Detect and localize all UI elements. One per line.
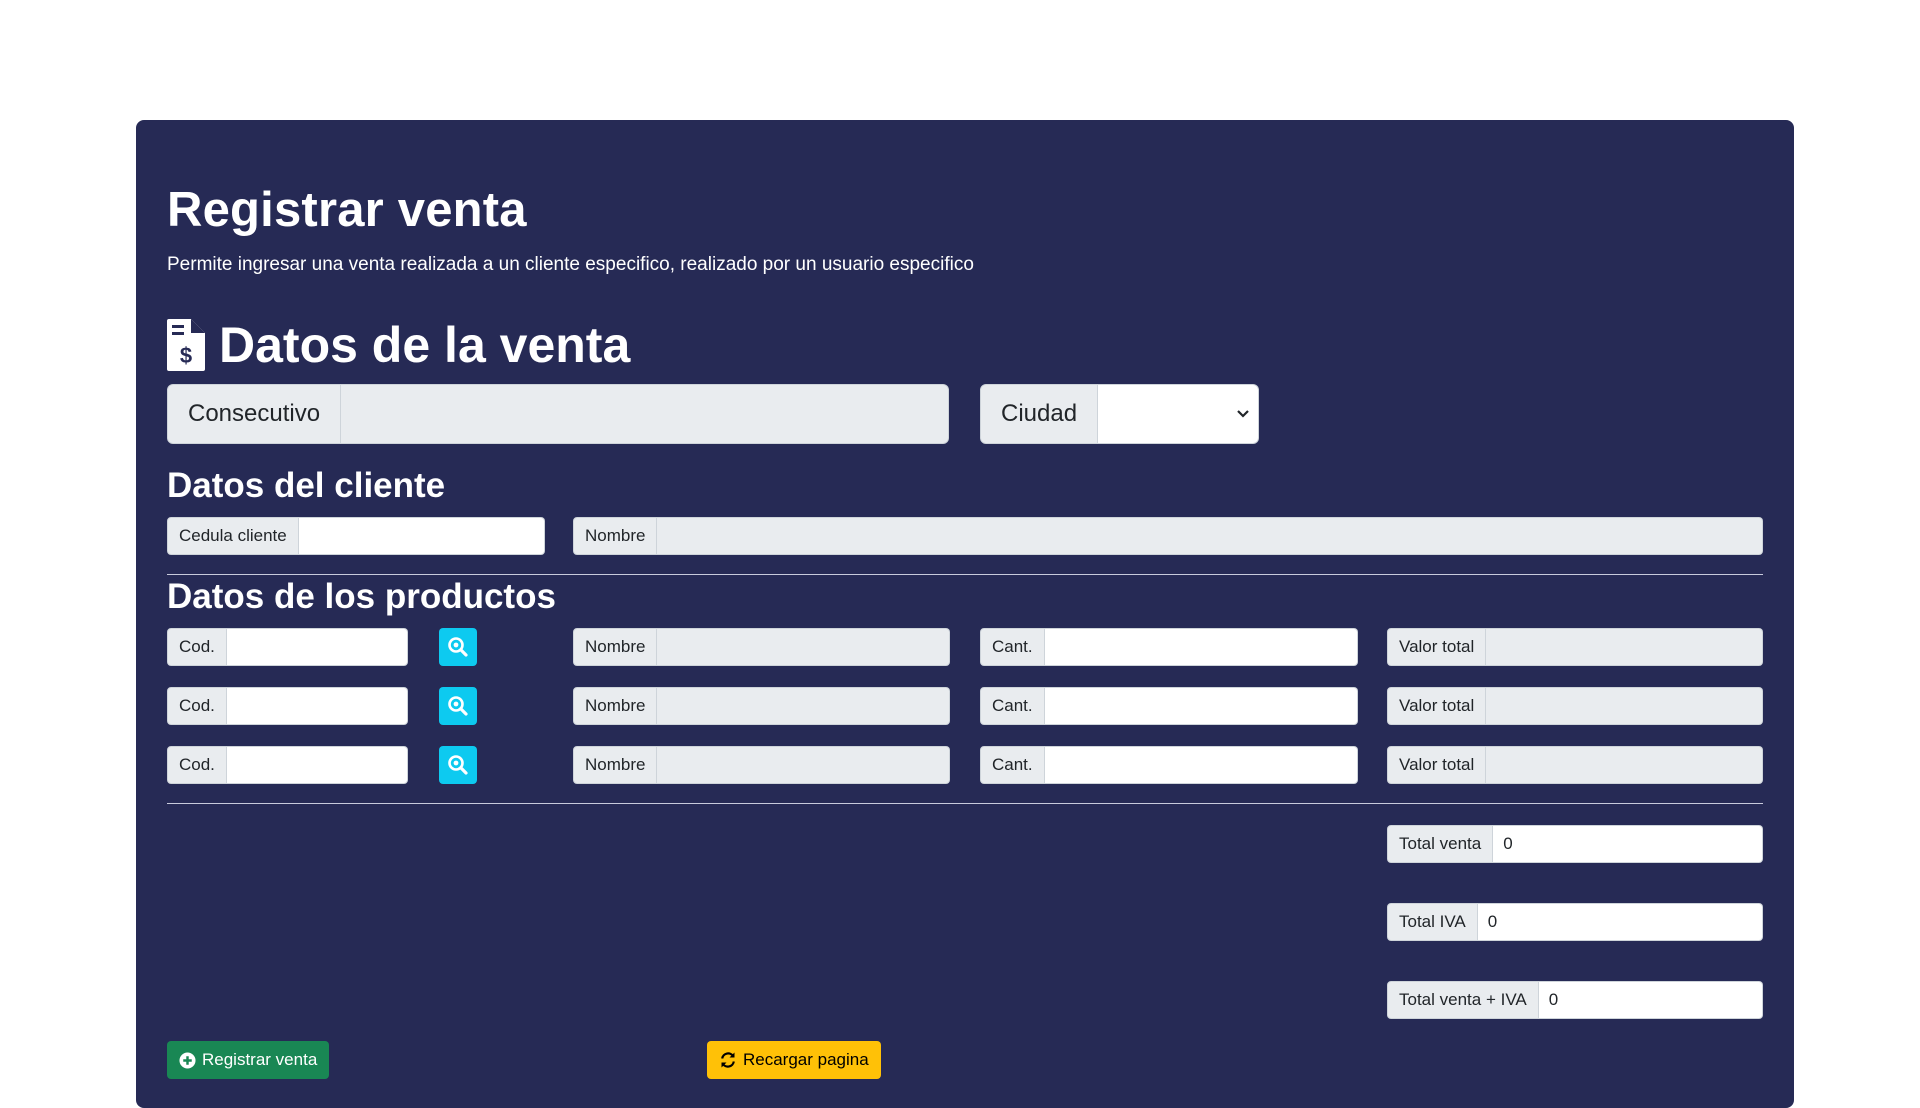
total-venta-field[interactable]: 0 xyxy=(1493,825,1763,863)
search-product-button[interactable] xyxy=(439,746,477,784)
producto-cod-label: Cod. xyxy=(167,687,227,725)
producto-valor-group: Valor total xyxy=(1387,746,1763,784)
total-venta-iva-group: Total venta + IVA 0 xyxy=(1387,981,1763,1019)
producto-cod-input[interactable] xyxy=(226,628,408,666)
total-venta-iva-field[interactable]: 0 xyxy=(1538,981,1763,1019)
producto-valor-group: Valor total xyxy=(1387,628,1763,666)
consecutivo-group: Consecutivo xyxy=(167,384,949,444)
cedula-input[interactable] xyxy=(298,517,545,555)
producto-cod-group: Cod. xyxy=(167,746,408,784)
producto-cant-group: Cant. xyxy=(980,628,1358,666)
divider xyxy=(167,803,1763,804)
producto-cant-input[interactable] xyxy=(1044,746,1358,784)
registrar-venta-label: Registrar venta xyxy=(202,1050,318,1069)
producto-valor-field[interactable] xyxy=(1486,628,1763,666)
plus-circle-icon xyxy=(179,1051,196,1069)
producto-valor-label: Valor total xyxy=(1387,746,1487,784)
producto-valor-field[interactable] xyxy=(1486,687,1763,725)
total-iva-label: Total IVA xyxy=(1387,903,1478,941)
producto-cant-input[interactable] xyxy=(1044,687,1358,725)
recargar-pagina-button[interactable]: Recargar pagina xyxy=(707,1041,881,1079)
producto-cod-label: Cod. xyxy=(167,746,227,784)
refresh-icon xyxy=(721,1052,735,1068)
producto-cod-group: Cod. xyxy=(167,628,408,666)
producto-cant-label: Cant. xyxy=(980,687,1045,725)
producto-nombre-group: Nombre xyxy=(573,628,950,666)
section-cliente-heading: Datos del cliente xyxy=(167,466,446,505)
producto-cod-input[interactable] xyxy=(226,687,408,725)
page-title: Registrar venta xyxy=(167,183,527,237)
total-venta-label: Total venta xyxy=(1387,825,1494,863)
section-venta-heading: $ Datos de la venta xyxy=(167,316,630,374)
total-venta-group: Total venta 0 xyxy=(1387,825,1763,863)
producto-cod-label: Cod. xyxy=(167,628,227,666)
producto-valor-field[interactable] xyxy=(1486,746,1763,784)
consecutivo-label: Consecutivo xyxy=(167,384,342,444)
divider xyxy=(167,574,1763,575)
search-product-button[interactable] xyxy=(439,628,477,666)
recargar-pagina-label: Recargar pagina xyxy=(743,1050,869,1069)
producto-nombre-field[interactable] xyxy=(657,628,950,666)
section-venta-title: Datos de la venta xyxy=(219,317,631,373)
cedula-label: Cedula cliente xyxy=(167,517,299,555)
total-venta-iva-label: Total venta + IVA xyxy=(1387,981,1539,1019)
cliente-nombre-label: Nombre xyxy=(573,517,658,555)
producto-nombre-field[interactable] xyxy=(657,746,950,784)
producto-cant-input[interactable] xyxy=(1044,628,1358,666)
producto-nombre-group: Nombre xyxy=(573,687,950,725)
producto-valor-label: Valor total xyxy=(1387,687,1487,725)
producto-cant-group: Cant. xyxy=(980,687,1358,725)
producto-cant-group: Cant. xyxy=(980,746,1358,784)
total-iva-group: Total IVA 0 xyxy=(1387,903,1763,941)
search-icon xyxy=(448,637,468,657)
search-icon xyxy=(448,696,468,716)
svg-text:$: $ xyxy=(180,343,192,368)
page-subtitle: Permite ingresar una venta realizada a u… xyxy=(167,254,974,275)
file-invoice-dollar-icon: $ xyxy=(167,319,205,371)
search-icon xyxy=(448,755,468,775)
cedula-group: Cedula cliente xyxy=(167,517,545,555)
section-productos-heading: Datos de los productos xyxy=(167,577,556,616)
cliente-nombre-field[interactable] xyxy=(657,517,1763,555)
producto-cant-label: Cant. xyxy=(980,746,1045,784)
producto-nombre-label: Nombre xyxy=(573,687,658,725)
consecutivo-field[interactable] xyxy=(341,384,949,444)
producto-cant-label: Cant. xyxy=(980,628,1045,666)
chevron-down-icon xyxy=(1237,410,1249,418)
search-product-button[interactable] xyxy=(439,687,477,725)
producto-valor-group: Valor total xyxy=(1387,687,1763,725)
producto-nombre-label: Nombre xyxy=(573,746,658,784)
registrar-venta-button[interactable]: Registrar venta xyxy=(167,1041,330,1079)
ciudad-label: Ciudad xyxy=(980,384,1099,444)
producto-nombre-label: Nombre xyxy=(573,628,658,666)
ciudad-select[interactable] xyxy=(1098,384,1259,444)
producto-cod-group: Cod. xyxy=(167,687,408,725)
total-iva-field[interactable]: 0 xyxy=(1477,903,1763,941)
producto-valor-label: Valor total xyxy=(1387,628,1487,666)
cliente-nombre-group: Nombre xyxy=(573,517,1763,555)
producto-nombre-field[interactable] xyxy=(657,687,950,725)
main-panel: Registrar venta Permite ingresar una ven… xyxy=(136,120,1794,1108)
producto-cod-input[interactable] xyxy=(226,746,408,784)
ciudad-group: Ciudad xyxy=(980,384,1259,444)
producto-nombre-group: Nombre xyxy=(573,746,950,784)
